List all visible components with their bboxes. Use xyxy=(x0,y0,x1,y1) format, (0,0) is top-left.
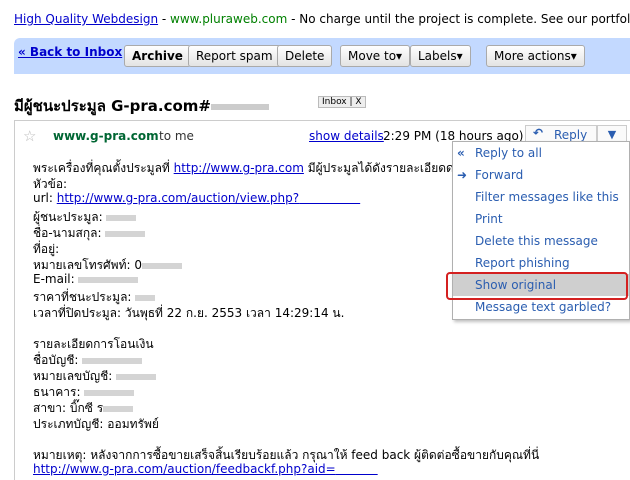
feedback-id-link[interactable] xyxy=(336,462,378,476)
labels-button[interactable]: Labels▾ xyxy=(410,45,471,67)
archive-button[interactable]: Archive xyxy=(124,45,191,67)
body-line-18: http://www.g-pra.com/auction/feedbackf.p… xyxy=(33,462,378,476)
show-details-link[interactable]: show details xyxy=(309,129,384,143)
ad-title-link[interactable]: High Quality Webdesign xyxy=(14,12,158,26)
sender-name[interactable]: www.g-pra.com xyxy=(53,129,159,143)
menu-item-label: Reply to all xyxy=(475,146,542,160)
body-line-10: เวลาที่ปิดประมูล: วันพุธที่ 22 ก.ย. 2553… xyxy=(33,306,345,320)
subject-text: มีผู้ชนะประมูล G-pra.com# xyxy=(14,97,211,115)
reply-icon: ↶ xyxy=(533,126,544,140)
more-actions-button[interactable]: More actions▾ xyxy=(486,45,585,67)
body-text: url: xyxy=(33,191,57,205)
redacted-mask xyxy=(141,262,182,269)
redacted-mask xyxy=(103,405,134,412)
menu-item-forward[interactable]: ➜ Forward xyxy=(453,164,629,186)
menu-item-reply-to-all[interactable]: « Reply to all xyxy=(453,142,629,164)
body-text: ชื่อบัญชี: xyxy=(33,353,83,367)
redacted-mask xyxy=(116,373,157,380)
reply-all-icon: « xyxy=(457,146,465,160)
body-text: สาขา: บิ๊กซี ร xyxy=(33,401,104,415)
redacted-mask xyxy=(135,294,156,301)
star-icon[interactable]: ☆ xyxy=(23,127,36,145)
menu-item-report-phishing[interactable]: Report phishing xyxy=(453,252,629,274)
ad-bar: High Quality Webdesign - www.pluraweb.co… xyxy=(0,0,630,38)
body-text: พระเครื่องที่คุณตั้งประมูลที่ xyxy=(33,161,174,175)
delete-button[interactable]: Delete xyxy=(277,45,333,67)
menu-item-label: Filter messages like this xyxy=(475,190,619,204)
ad-text: - No charge until the project is complet… xyxy=(287,12,630,26)
redacted-mask xyxy=(84,389,135,396)
menu-item-label: Forward xyxy=(475,168,524,182)
menu-item-label: Report phishing xyxy=(475,256,570,270)
menu-item-delete[interactable]: Delete this message xyxy=(453,230,629,252)
body-text: หมายเลขโทรศัพท์: 0 xyxy=(33,258,142,272)
forward-icon: ➜ xyxy=(457,168,468,182)
back-to-inbox-link[interactable]: « Back to Inbox xyxy=(18,45,122,59)
redacted-mask xyxy=(82,357,143,364)
recipient-text: to me xyxy=(159,129,194,143)
report-spam-button[interactable]: Report spam xyxy=(188,45,281,67)
body-line-16: ประเภทบัญชี: ออมทรัพย์ xyxy=(33,417,159,431)
redacted-mask xyxy=(106,214,137,221)
menu-item-print[interactable]: Print xyxy=(453,208,629,230)
ad-url[interactable]: www.pluraweb.com xyxy=(170,12,287,26)
body-text: ธนาคาร: xyxy=(33,385,85,399)
inbox-label-tag[interactable]: Inbox | X xyxy=(318,96,366,108)
body-line-8: E-mail: xyxy=(33,272,139,286)
subject-title: มีผู้ชนะประมูล G-pra.com# xyxy=(14,94,269,118)
body-text: หมายเลขบัญชี: xyxy=(33,369,117,383)
reply-label: Reply xyxy=(554,128,588,142)
feedback-link[interactable]: http://www.g-pra.com/auction/feedbackf.p… xyxy=(33,462,336,476)
move-to-button[interactable]: Move to▾ xyxy=(340,45,411,67)
menu-item-filter[interactable]: Filter messages like this xyxy=(453,186,629,208)
auction-id-link[interactable] xyxy=(299,191,360,205)
auction-view-link[interactable]: http://www.g-pra.com/auction/view.php? xyxy=(57,191,299,205)
redacted-mask xyxy=(78,276,139,283)
toolbar: « Back to Inbox Archive Report spam Dele… xyxy=(14,38,630,74)
body-text: ชื่อ-นามสกุล: xyxy=(33,226,106,240)
body-text: ราคาที่ชนะประมูล: xyxy=(33,290,136,304)
body-text: มีผู้ประมูลได้ดังรายละเอียดด xyxy=(303,161,454,175)
menu-item-label: Print xyxy=(475,212,503,226)
body-line-1: พระเครื่องที่คุณตั้งประมูลที่ http://www… xyxy=(33,159,454,178)
body-text: E-mail: xyxy=(33,272,79,286)
redacted-mask xyxy=(105,230,146,237)
body-line-3: url: http://www.g-pra.com/auction/view.p… xyxy=(33,191,360,205)
menu-item-label: Delete this message xyxy=(475,234,598,248)
ad-sep: - xyxy=(158,12,171,26)
redacted-mask xyxy=(211,103,269,110)
site-link[interactable]: http://www.g-pra.com xyxy=(174,161,304,175)
body-text: ผู้ชนะประมูล: xyxy=(33,210,107,224)
highlight-box xyxy=(446,272,628,300)
